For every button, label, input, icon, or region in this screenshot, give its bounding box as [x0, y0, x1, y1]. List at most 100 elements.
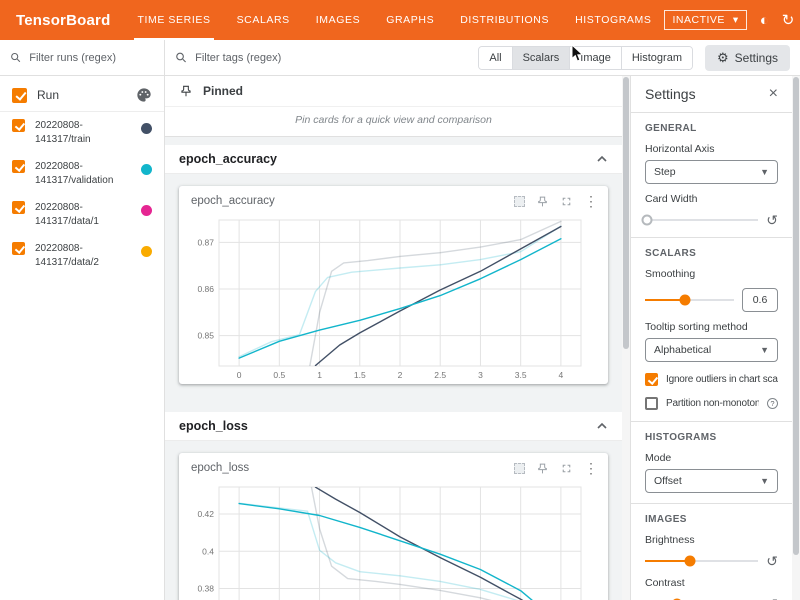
run-name: 20220808-141317/validation: [35, 160, 131, 187]
tooltip-sorting-value: Alphabetical: [654, 344, 711, 356]
contrast-theme-icon[interactable]: ◐: [760, 13, 769, 28]
run-checkbox[interactable]: [12, 160, 25, 173]
run-filter-input[interactable]: [29, 52, 154, 64]
fit-domain-icon[interactable]: [514, 196, 525, 207]
run-name: 20220808-141317/train: [35, 119, 131, 146]
chip-image[interactable]: Image: [570, 47, 622, 69]
smoothing-slider[interactable]: [645, 293, 734, 307]
card-width-label: Card Width: [645, 193, 778, 205]
epoch-accuracy-chart[interactable]: 00.511.522.533.540.850.860.87: [185, 212, 589, 384]
horizontal-axis-label: Horizontal Axis: [645, 143, 778, 155]
slider-thumb[interactable]: [685, 556, 696, 567]
card-width-slider[interactable]: [645, 213, 758, 227]
run-filter-box: [0, 40, 164, 76]
card-zone: epoch_loss ⋮ 00.511.522.533.540.360.380.…: [165, 441, 622, 600]
tab-distributions[interactable]: DISTRIBUTIONS: [447, 0, 562, 40]
run-row-data-2[interactable]: 20220808-141317/data/2: [0, 235, 164, 276]
tag-filter-input[interactable]: [195, 52, 466, 64]
chevron-down-icon: ▼: [760, 345, 769, 355]
svg-text:2: 2: [398, 370, 403, 380]
settings-scrollbar[interactable]: [792, 76, 800, 600]
tab-histograms[interactable]: HISTOGRAMS: [562, 0, 664, 40]
smoothing-value-input[interactable]: [742, 288, 778, 312]
scrollbar-thumb[interactable]: [793, 77, 799, 555]
svg-text:0.87: 0.87: [197, 237, 214, 247]
main-scrollbar[interactable]: [622, 76, 630, 600]
chip-scalars[interactable]: Scalars: [513, 47, 571, 69]
run-color-dot[interactable]: [141, 205, 152, 216]
data-status-dropdown[interactable]: INACTIVE ▾: [664, 10, 746, 30]
run-name: 20220808-141317/data/2: [35, 242, 131, 269]
status-label: INACTIVE: [672, 14, 724, 26]
tag-type-filter-group: All Scalars Image Histogram: [478, 46, 693, 70]
run-column-label: Run: [37, 88, 126, 102]
more-options-icon[interactable]: ⋮: [584, 461, 598, 475]
settings-button[interactable]: ⚙ Settings: [705, 45, 790, 71]
search-icon: [175, 51, 187, 64]
runs-sidebar: Run 20220808-141317/train 20220808-14131…: [0, 40, 165, 600]
run-row-validation[interactable]: 20220808-141317/validation: [0, 153, 164, 194]
tooltip-sorting-select[interactable]: Alphabetical ▼: [645, 338, 778, 362]
svg-text:3.5: 3.5: [515, 370, 527, 380]
search-icon: [10, 51, 21, 64]
epoch-loss-chart[interactable]: 00.511.522.533.540.360.380.40.42: [185, 479, 589, 600]
horizontal-axis-select[interactable]: Step ▼: [645, 160, 778, 184]
svg-text:0.42: 0.42: [197, 509, 214, 519]
scalars-heading: SCALARS: [645, 248, 778, 259]
fit-domain-icon[interactable]: [514, 463, 525, 474]
chip-all[interactable]: All: [479, 47, 512, 69]
tag-toolbar: All Scalars Image Histogram ⚙ Settings: [165, 40, 800, 76]
pinned-section: Pinned Pin cards for a quick view and co…: [165, 76, 622, 137]
close-icon[interactable]: ×: [769, 86, 778, 102]
slider-thumb[interactable]: [642, 215, 653, 226]
ignore-outliers-checkbox[interactable]: [645, 373, 658, 386]
section-header-epoch-accuracy[interactable]: epoch_accuracy: [165, 145, 622, 174]
run-color-dot[interactable]: [141, 123, 152, 134]
scrollbar-thumb[interactable]: [623, 77, 629, 349]
card-title: epoch_accuracy: [191, 195, 514, 207]
run-checkbox[interactable]: [12, 201, 25, 214]
run-row-data-1[interactable]: 20220808-141317/data/1: [0, 194, 164, 235]
card-zone: epoch_accuracy ⋮ 00.511.522.533.540.850.…: [165, 174, 622, 404]
run-master-checkbox[interactable]: [12, 88, 27, 103]
chevron-down-icon: ▼: [760, 476, 769, 486]
section-title: epoch_accuracy: [179, 152, 277, 166]
chevron-down-icon: ▾: [733, 14, 739, 26]
tab-images[interactable]: IMAGES: [303, 0, 373, 40]
chevron-up-icon[interactable]: [596, 153, 608, 165]
cards-scroll-area: Pinned Pin cards for a quick view and co…: [165, 76, 622, 600]
slider-thumb[interactable]: [680, 295, 691, 306]
tab-scalars[interactable]: SCALARS: [224, 0, 303, 40]
run-color-dot[interactable]: [141, 164, 152, 175]
divider: [631, 237, 792, 238]
run-row-train[interactable]: 20220808-141317/train: [0, 112, 164, 153]
pin-icon[interactable]: [536, 462, 549, 475]
run-color-dot[interactable]: [141, 246, 152, 257]
chip-histogram[interactable]: Histogram: [622, 47, 692, 69]
reset-card-width-icon[interactable]: ↺: [766, 213, 778, 227]
palette-icon[interactable]: [136, 87, 152, 103]
fullscreen-icon[interactable]: [560, 462, 573, 475]
refresh-icon[interactable]: ↻: [782, 13, 795, 28]
tab-graphs[interactable]: GRAPHS: [373, 0, 447, 40]
help-icon[interactable]: ?: [767, 398, 778, 409]
histogram-mode-select[interactable]: Offset ▼: [645, 469, 778, 493]
more-options-icon[interactable]: ⋮: [584, 194, 598, 208]
histogram-mode-value: Offset: [654, 475, 682, 487]
partition-x-row: Partition non-monotonic X axis ?: [645, 397, 778, 410]
tab-time-series[interactable]: TIME SERIES: [124, 0, 223, 40]
pin-icon[interactable]: [536, 195, 549, 208]
smoothing-label: Smoothing: [645, 268, 778, 280]
chevron-up-icon[interactable]: [596, 420, 608, 432]
fullscreen-icon[interactable]: [560, 195, 573, 208]
svg-text:0: 0: [237, 370, 242, 380]
reset-brightness-icon[interactable]: ↺: [766, 554, 778, 568]
run-checkbox[interactable]: [12, 119, 25, 132]
divider: [631, 503, 792, 504]
section-title: epoch_loss: [179, 419, 248, 433]
run-checkbox[interactable]: [12, 242, 25, 255]
settings-button-label: Settings: [735, 51, 778, 65]
partition-x-checkbox[interactable]: [645, 397, 658, 410]
section-header-epoch-loss[interactable]: epoch_loss: [165, 412, 622, 441]
brightness-slider[interactable]: [645, 554, 758, 568]
